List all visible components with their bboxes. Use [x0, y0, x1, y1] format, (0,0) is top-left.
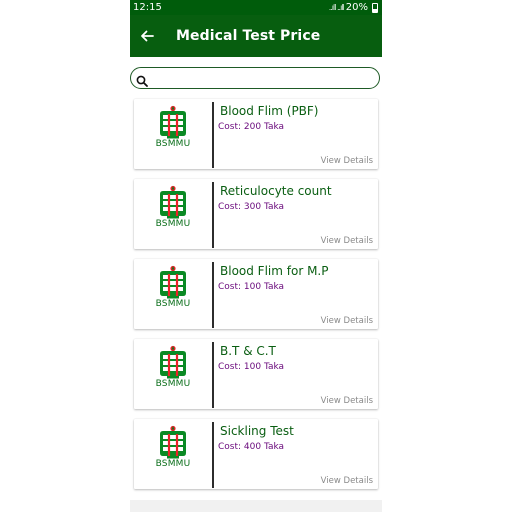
bsmmu-logo: BSMMU [142, 425, 204, 473]
test-card[interactable]: BSMMU Blood Flim for M.P Cost: 100 Taka … [134, 259, 378, 329]
bottom-strip [130, 500, 382, 512]
test-cost: Cost: 200 Taka [218, 122, 285, 132]
arrow-left-icon[interactable] [138, 27, 156, 45]
battery-percent: 20% [345, 2, 368, 13]
bsmmu-emblem-icon [160, 345, 186, 379]
test-cost: Cost: 100 Taka [218, 282, 285, 292]
logo-text: BSMMU [155, 139, 191, 149]
test-cost: Cost: 100 Taka [218, 362, 285, 372]
bsmmu-emblem-icon [160, 425, 186, 459]
card-divider [212, 182, 214, 248]
battery-icon [372, 2, 378, 13]
bsmmu-emblem-icon [160, 105, 186, 139]
test-card[interactable]: BSMMU B.T & C.T Cost: 100 Taka View Deta… [134, 339, 378, 409]
bsmmu-logo: BSMMU [142, 345, 204, 393]
bsmmu-emblem-icon [160, 185, 186, 219]
test-card[interactable]: BSMMU Blood Flim (PBF) Cost: 200 Taka Vi… [134, 99, 378, 169]
bsmmu-logo: BSMMU [142, 185, 204, 233]
test-name: Blood Flim for M.P [220, 264, 329, 278]
test-cost: Cost: 300 Taka [218, 202, 285, 212]
bsmmu-logo: BSMMU [142, 105, 204, 153]
test-name: Reticulocyte count [220, 184, 332, 198]
bsmmu-emblem-icon [160, 265, 186, 299]
test-name: B.T & C.T [220, 344, 276, 358]
view-details-link[interactable]: View Details [321, 476, 373, 486]
test-card[interactable]: BSMMU Sickling Test Cost: 400 Taka View … [134, 419, 378, 489]
search-icon[interactable] [136, 72, 148, 87]
view-details-link[interactable]: View Details [321, 316, 373, 326]
phone-screen: 12:15 ..ıll ..ıll 20% Medical Test Price [130, 0, 382, 512]
status-indicators: ..ıll ..ıll 20% [329, 2, 378, 13]
view-details-link[interactable]: View Details [321, 156, 373, 166]
view-details-link[interactable]: View Details [321, 236, 373, 246]
main-content: BSMMU Blood Flim (PBF) Cost: 200 Taka Vi… [130, 57, 382, 502]
test-cost: Cost: 400 Taka [218, 442, 285, 452]
card-divider [212, 102, 214, 168]
test-name: Blood Flim (PBF) [220, 104, 319, 118]
view-details-link[interactable]: View Details [321, 396, 373, 406]
test-name: Sickling Test [220, 424, 294, 438]
status-time: 12:15 [133, 2, 162, 13]
card-divider [212, 262, 214, 328]
app-bar: Medical Test Price [130, 15, 382, 57]
card-divider [212, 422, 214, 488]
search-bar[interactable] [130, 67, 380, 89]
bsmmu-logo: BSMMU [142, 265, 204, 313]
page-title: Medical Test Price [176, 28, 321, 44]
test-card[interactable]: BSMMU Reticulocyte count Cost: 300 Taka … [134, 179, 378, 249]
logo-text: BSMMU [155, 459, 191, 469]
logo-text: BSMMU [155, 379, 191, 389]
card-divider [212, 342, 214, 408]
signal-icon: ..ıll ..ıll [328, 3, 345, 12]
search-input[interactable] [152, 71, 379, 85]
logo-text: BSMMU [155, 299, 191, 309]
status-bar: 12:15 ..ıll ..ıll 20% [130, 0, 382, 15]
logo-text: BSMMU [155, 219, 191, 229]
